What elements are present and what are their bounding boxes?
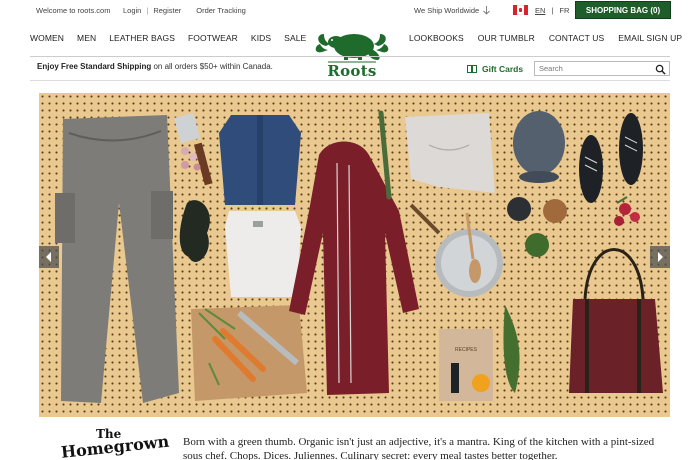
cutting-board-image <box>191 305 307 401</box>
chevron-right-icon <box>658 252 663 262</box>
nav-item-kids[interactable]: KIDS <box>251 33 271 43</box>
parsley-image <box>503 305 520 393</box>
collection-description: Born with a green thumb. Organic isn't j… <box>183 436 655 460</box>
denim-shirt-image <box>219 115 301 205</box>
shipping-promo: Enjoy Free Standard Shipping on all orde… <box>37 62 273 71</box>
order-tracking-link[interactable]: Order Tracking <box>196 6 246 15</box>
nav-item-our-tumblr[interactable]: OUR TUMBLR <box>478 33 535 43</box>
gift-card-icon <box>467 65 477 73</box>
cleaver-image <box>173 112 213 186</box>
recipes-label: RECIPES <box>455 347 478 353</box>
register-link[interactable]: Register <box>153 6 181 15</box>
raspberries-image <box>614 196 640 226</box>
hero-banner[interactable]: RECIPES <box>39 93 670 417</box>
hero-image: RECIPES <box>55 110 663 403</box>
promo-rest: on all orders $50+ within Canada. <box>151 62 273 71</box>
walnut-bowl-image <box>543 199 567 223</box>
beaver-icon <box>315 34 389 63</box>
separator: | <box>146 6 149 15</box>
main-nav-right: LOOKBOOKS OUR TUMBLR CONTACT US EMAIL SI… <box>409 33 696 43</box>
roots-logo[interactable]: Roots <box>312 22 392 82</box>
language-switcher: EN | FR <box>535 6 569 15</box>
search-input[interactable] <box>535 64 647 73</box>
separator: | <box>551 6 554 15</box>
leather-bag-image <box>569 248 663 393</box>
nav-item-footwear[interactable]: FOOTWEAR <box>188 33 238 43</box>
ship-worldwide-link[interactable]: We Ship Worldwide <box>414 6 490 15</box>
nav-item-lookbooks[interactable]: LOOKBOOKS <box>409 33 464 43</box>
nav-item-women[interactable]: WOMEN <box>30 33 64 43</box>
gift-cards-label: Gift Cards <box>482 64 524 74</box>
grey-sweatpants-image <box>405 113 495 193</box>
lang-fr-link[interactable]: FR <box>559 6 569 15</box>
login-link[interactable]: Login <box>123 6 141 15</box>
divider <box>30 56 670 57</box>
promo-bold: Enjoy Free Standard Shipping <box>37 62 152 71</box>
account-links: Login | Register Order Tracking <box>123 6 246 15</box>
kale-image <box>179 200 210 262</box>
main-nav-left: WOMEN MEN LEATHER BAGS FOOTWEAR KIDS SAL… <box>30 33 319 43</box>
nav-item-sale[interactable]: SALE <box>284 33 306 43</box>
nav-item-men[interactable]: MEN <box>77 33 96 43</box>
search-icon[interactable] <box>655 64 666 75</box>
gift-cards-link[interactable]: Gift Cards <box>467 64 523 74</box>
cargo-pants-image <box>55 115 179 403</box>
patterned-cap-image <box>513 111 565 183</box>
nav-item-email-signup[interactable]: EMAIL SIGN UP <box>618 33 682 43</box>
divider <box>30 80 670 81</box>
arrow-down-icon <box>483 6 490 15</box>
nav-item-leather-bags[interactable]: LEATHER BAGS <box>109 33 175 43</box>
seaweed-bowl-image <box>507 197 531 221</box>
shopping-bag-button[interactable]: SHOPPING BAG (0) <box>575 1 671 19</box>
ship-worldwide-label: We Ship Worldwide <box>414 6 480 15</box>
search-box <box>534 61 670 76</box>
lang-en-link[interactable]: EN <box>535 6 545 15</box>
canada-flag-icon <box>513 5 528 15</box>
chevron-left-icon <box>46 252 51 262</box>
logo-wordmark: Roots <box>327 62 377 80</box>
red-hoodie-image <box>289 141 419 395</box>
welcome-text: Welcome to roots.com <box>36 6 111 15</box>
nav-item-contact-us[interactable]: CONTACT US <box>549 33 604 43</box>
utility-bar: Welcome to roots.com Login | Register Or… <box>0 0 700 22</box>
carousel-prev-button[interactable] <box>39 246 59 268</box>
sneakers-image <box>579 113 643 203</box>
herb-bowl-image <box>525 233 549 257</box>
recipe-book-image: RECIPES <box>439 329 493 401</box>
white-tshirt-image <box>225 211 301 297</box>
carousel-next-button[interactable] <box>650 246 670 268</box>
frying-pan-image <box>409 203 503 297</box>
